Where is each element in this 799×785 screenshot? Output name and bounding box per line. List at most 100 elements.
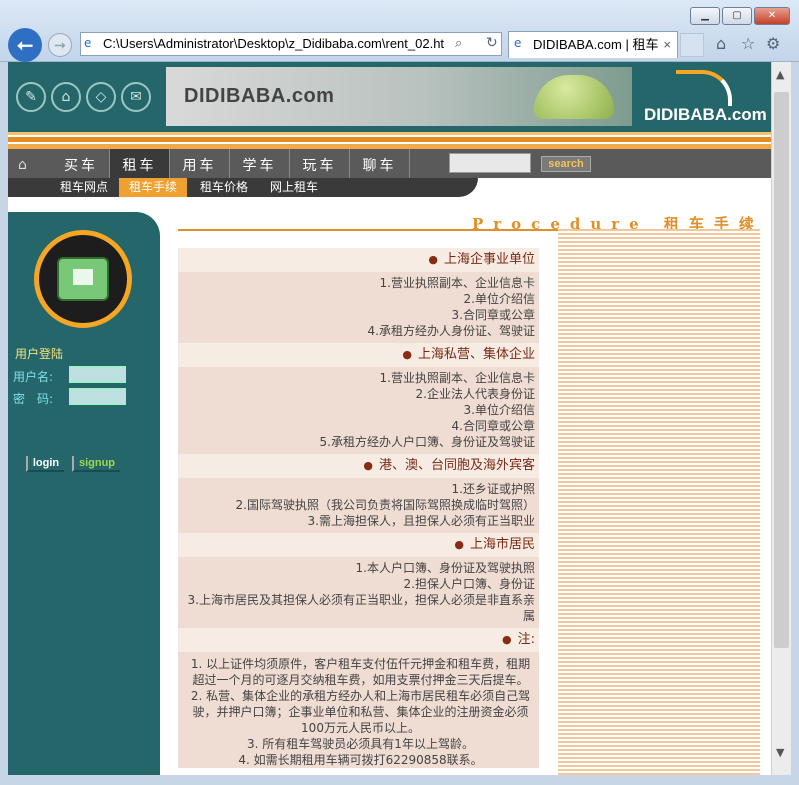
mail-icon[interactable]: ✉ [121,82,151,112]
search-icon[interactable]: ⌕ [455,36,462,51]
nav-item-buy[interactable]: 买车 [53,149,110,178]
section-title: 港、澳、台同胞及海外宾客 [378,458,535,473]
forward-button[interactable]: ⭢ [48,33,72,57]
home-nav-icon[interactable]: ⌂ [51,82,81,112]
home-icon[interactable]: ⌂ [716,34,726,53]
sub-nav: 租车网点 租车手续 租车价格 网上租车 [8,178,478,197]
bullet-icon: ● [428,253,438,266]
login-title: 用户登陆 [15,347,64,361]
section-line: 1.本人户口簿、身份证及驾驶执照 [355,561,535,575]
bullet-icon: ● [402,348,412,361]
close-window-button[interactable]: ✕ [754,7,790,25]
decorative-stripes [558,229,760,775]
vertical-scrollbar[interactable]: ▲ ▼ [771,62,791,775]
section: ● 上海企事业单位 1.营业执照副本、企业信息卡 2.单位介绍信 3.合同章或公章… [178,248,539,343]
settings-gear-icon[interactable]: ⚙ [766,34,780,53]
banner-title: DIDIBABA.com [184,85,335,107]
scroll-up-icon[interactable]: ▲ [776,68,784,81]
car-image [534,75,614,119]
section-line: 5.承租方经办人户口簿、身份证及驾驶证 [319,435,535,449]
back-button[interactable]: ⭠ [8,28,42,62]
favorites-icon[interactable]: ☆ [741,34,755,53]
phone-icon [34,230,132,328]
section-line: 1.营业执照副本、企业信息卡 [379,371,535,385]
maximize-button[interactable]: ▢ [722,7,752,25]
browser-tab[interactable]: DIDIBABA.com | 租车 × [508,31,678,58]
section-heading: ● 港、澳、台同胞及海外宾客 [178,454,539,478]
section-heading: ● 上海市居民 [178,533,539,557]
section-body: 1.营业执照副本、企业信息卡 2.单位介绍信 3.合同章或公章 4.承租方经办人… [178,272,539,343]
subnav-item-procedure[interactable]: 租车手续 [119,178,187,197]
address-text: C:\Users\Administrator\Desktop\z_Didibab… [103,36,445,51]
refresh-icon[interactable]: ↻ [486,35,498,51]
logo-signal-icon [676,70,732,106]
minimize-button[interactable]: ▁ [690,7,720,25]
signup-button[interactable]: signup [72,456,120,472]
nav-item-learn[interactable]: 学车 [230,149,290,178]
nav-item-use[interactable]: 用车 [170,149,230,178]
section-heading: ● 上海私营、集体企业 [178,343,539,367]
tab-title: DIDIBABA.com | 租车 [533,37,659,52]
note-line: 3. 所有租车驾驶员必须具有1年以上驾龄。 [247,737,474,751]
section-line: 4.合同章或公章 [451,419,535,433]
section: ● 上海私营、集体企业 1.营业执照副本、企业信息卡 2.企业法人代表身份证 3.… [178,343,539,454]
address-bar[interactable]: C:\Users\Administrator\Desktop\z_Didibab… [80,32,502,56]
header-stripes [8,132,771,149]
nav-label: 用车 [182,158,217,174]
title-rule [178,229,558,231]
subnav-item-locations[interactable]: 租车网点 [54,178,114,197]
section-line: 2.企业法人代表身份证 [415,387,535,401]
new-tab-button[interactable] [680,33,704,57]
section: ● 港、澳、台同胞及海外宾客 1.还乡证或护照 2.国际驾驶执照（我公司负责将国际… [178,454,539,533]
subnav-item-online[interactable]: 网上租车 [264,178,324,197]
bullet-icon: ● [502,633,512,646]
nav-item-chat[interactable]: 聊车 [350,149,410,178]
note-body: 1. 以上证件均须原件，客户租车支付伍仟元押金和租车费，租期超过一个月的可逐月交… [178,652,539,768]
bullet-icon: ● [363,459,373,472]
browser-chrome: ▁ ▢ ✕ ⭠ ⭢ C:\Users\Administrator\Desktop… [0,0,799,62]
main-nav: ⌂ 买车 租车 用车 学车 玩车 聊车 search [8,149,771,178]
section-line: 2.单位介绍信 [463,292,535,306]
section-line: 1.还乡证或护照 [451,482,535,496]
search-input[interactable] [449,153,531,173]
page-icon: e [84,36,92,50]
note-heading: ● 注: [178,628,539,652]
search-button[interactable]: search [541,156,591,172]
procedure-sections: ● 上海企事业单位 1.营业执照副本、企业信息卡 2.单位介绍信 3.合同章或公章… [178,248,539,768]
note-line: 4. 如需长期租用车辆可拨打62290858联系。 [238,753,483,767]
header-banner: DIDIBABA.com [166,67,632,126]
nav-item-rent[interactable]: 租车 [110,149,170,178]
scroll-down-icon[interactable]: ▼ [776,746,784,759]
tab-page-icon: e [514,36,522,50]
section-title: 上海企事业单位 [443,252,535,267]
section-heading: ● 上海企事业单位 [178,248,539,272]
section-line: 3.单位介绍信 [463,403,535,417]
subnav-item-prices[interactable]: 租车价格 [194,178,254,197]
tools-icon[interactable]: ✎ [16,82,46,112]
phone-body [57,257,109,301]
password-field[interactable] [69,388,126,405]
username-field[interactable] [69,366,126,383]
left-sidebar: 用户登陆 用户名: 密 码: login signup [8,212,160,775]
section-line: 1.营业执照副本、企业信息卡 [379,276,535,290]
section-line: 2.担保人户口簿、身份证 [403,577,535,591]
username-label: 用户名: [13,370,54,384]
note-line: 1. 以上证件均须原件，客户租车支付伍仟元押金和租车费，租期超过一个月的可逐月交… [190,657,531,687]
nav-label: 买车 [64,158,98,174]
section-line: 3.合同章或公章 [451,308,535,322]
section-line: 2.国际驾驶执照（我公司负责将国际驾照换成临时驾照） [235,498,535,512]
section-line: 3.需上海担保人，且担保人必须有正当职业 [307,514,535,528]
tab-close-icon[interactable]: × [663,32,671,58]
home-icon[interactable]: ⌂ [18,157,27,173]
note-title: 注: [517,632,535,647]
scrollbar-thumb[interactable] [774,92,789,648]
nav-item-play[interactable]: 玩车 [290,149,350,178]
section-title: 上海私营、集体企业 [417,347,535,362]
login-button[interactable]: login [26,456,64,472]
password-label: 密 码: [13,392,54,406]
page-viewport: ✎ ⌂ ◇ ✉ DIDIBABA.com DIDIBABA.com ⌂ 买车 租… [8,62,771,775]
phone-keypad [73,269,93,285]
box-icon[interactable]: ◇ [86,82,116,112]
note-line: 2. 私营、集体企业的承租方经办人和上海市居民租车必须自己驾驶，并押户口簿；企事… [190,689,531,735]
nav-label: 聊车 [362,158,397,174]
